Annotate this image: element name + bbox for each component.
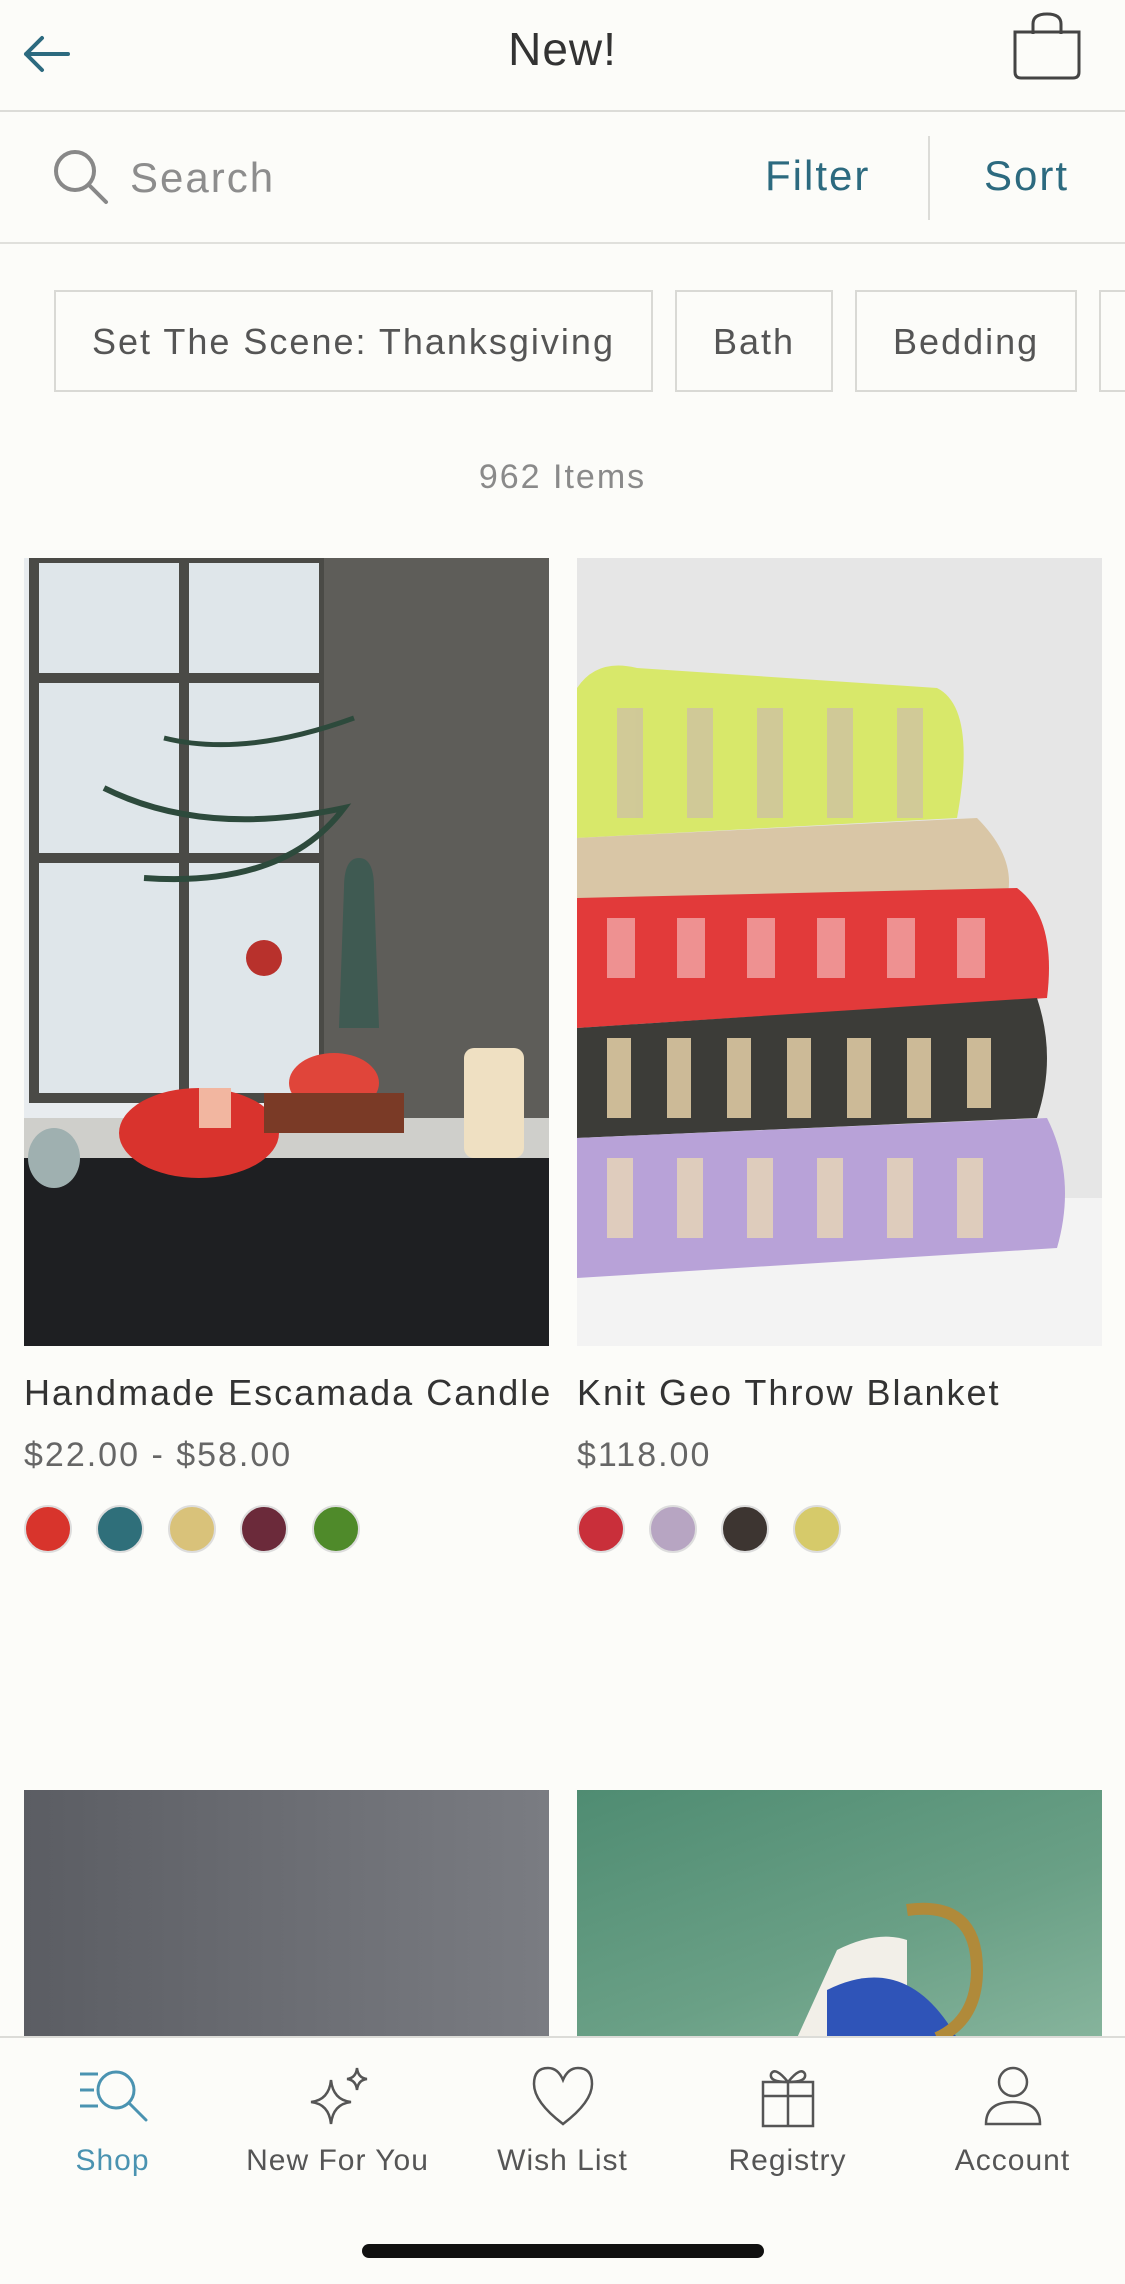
chip-set-the-scene-thanksgiving[interactable]: Set The Scene: Thanksgiving [54, 290, 653, 392]
product-price: $22.00 - $58.00 [24, 1436, 293, 1474]
chip-bedding[interactable]: Bedding [855, 290, 1078, 392]
product-image[interactable] [24, 1790, 549, 2038]
filter-button[interactable]: Filter [765, 152, 870, 200]
tab-account[interactable]: Account [900, 2060, 1125, 2178]
swatch-red[interactable] [24, 1505, 72, 1553]
swatch-gold[interactable] [168, 1505, 216, 1553]
swatch-lavender[interactable] [649, 1505, 697, 1553]
gift-icon [761, 2070, 814, 2128]
swatch-teal[interactable] [96, 1505, 144, 1553]
heart-icon [532, 2066, 593, 2126]
color-swatches [577, 1505, 1102, 1553]
tab-registry[interactable]: Registry [675, 2060, 900, 2178]
category-chips: Set The Scene: ThanksgivingBathBeddingC [54, 290, 1125, 392]
shop-search-icon [79, 2070, 147, 2122]
chip-partial[interactable]: C [1099, 290, 1125, 392]
product-name[interactable]: Handmade Escamada Candle [24, 1372, 550, 1414]
candle-photo [24, 558, 549, 1346]
shopping-bag-button[interactable] [1009, 12, 1085, 82]
product-image[interactable] [577, 558, 1102, 1346]
product-image[interactable] [24, 558, 549, 1346]
product-card[interactable] [577, 1790, 1102, 2038]
home-indicator[interactable] [362, 2244, 764, 2258]
tab-label: Wish List [497, 2144, 628, 2177]
color-swatches [24, 1505, 549, 1553]
search-icon [54, 150, 108, 204]
tab-label: Account [954, 2144, 1071, 2177]
product-card[interactable] [24, 1790, 549, 2038]
top-nav-bar: New! [0, 0, 1125, 112]
sort-button[interactable]: Sort [984, 152, 1069, 200]
swatch-red[interactable] [577, 1505, 625, 1553]
blanket-photo [577, 558, 1102, 1346]
tab-shop[interactable]: Shop [0, 2060, 225, 2178]
product-card[interactable]: Knit Geo Throw Blanket $118.00 [577, 558, 1102, 1553]
person-icon [984, 2066, 1041, 2126]
product-price: $118.00 [577, 1436, 712, 1474]
swatch-black[interactable] [721, 1505, 769, 1553]
product-image[interactable] [577, 1790, 1102, 2038]
product-name[interactable]: Knit Geo Throw Blanket [577, 1372, 1102, 1414]
search-input[interactable] [130, 148, 690, 208]
swatch-green[interactable] [312, 1505, 360, 1553]
sparkle-icon [310, 2067, 367, 2125]
shopping-bag-icon [1013, 12, 1081, 80]
tab-label: Registry [728, 2144, 847, 2177]
chip-bath[interactable]: Bath [674, 290, 834, 392]
page-title: New! [508, 23, 617, 75]
product-card[interactable]: Handmade Escamada Candle $22.00 - $58.00 [24, 558, 550, 1553]
tab-wish-list[interactable]: Wish List [450, 2060, 675, 2178]
tab-label: Shop [75, 2144, 150, 2177]
tab-label: New For You [246, 2144, 429, 2177]
swatch-plum[interactable] [240, 1505, 288, 1553]
tab-new-for-you[interactable]: New For You [225, 2060, 450, 2178]
divider [928, 136, 930, 220]
mug-photo [797, 1902, 984, 2038]
swatch-yellow[interactable] [793, 1505, 841, 1553]
item-count: 962 Items [478, 458, 647, 496]
search-filter-bar: Filter Sort [0, 112, 1125, 244]
